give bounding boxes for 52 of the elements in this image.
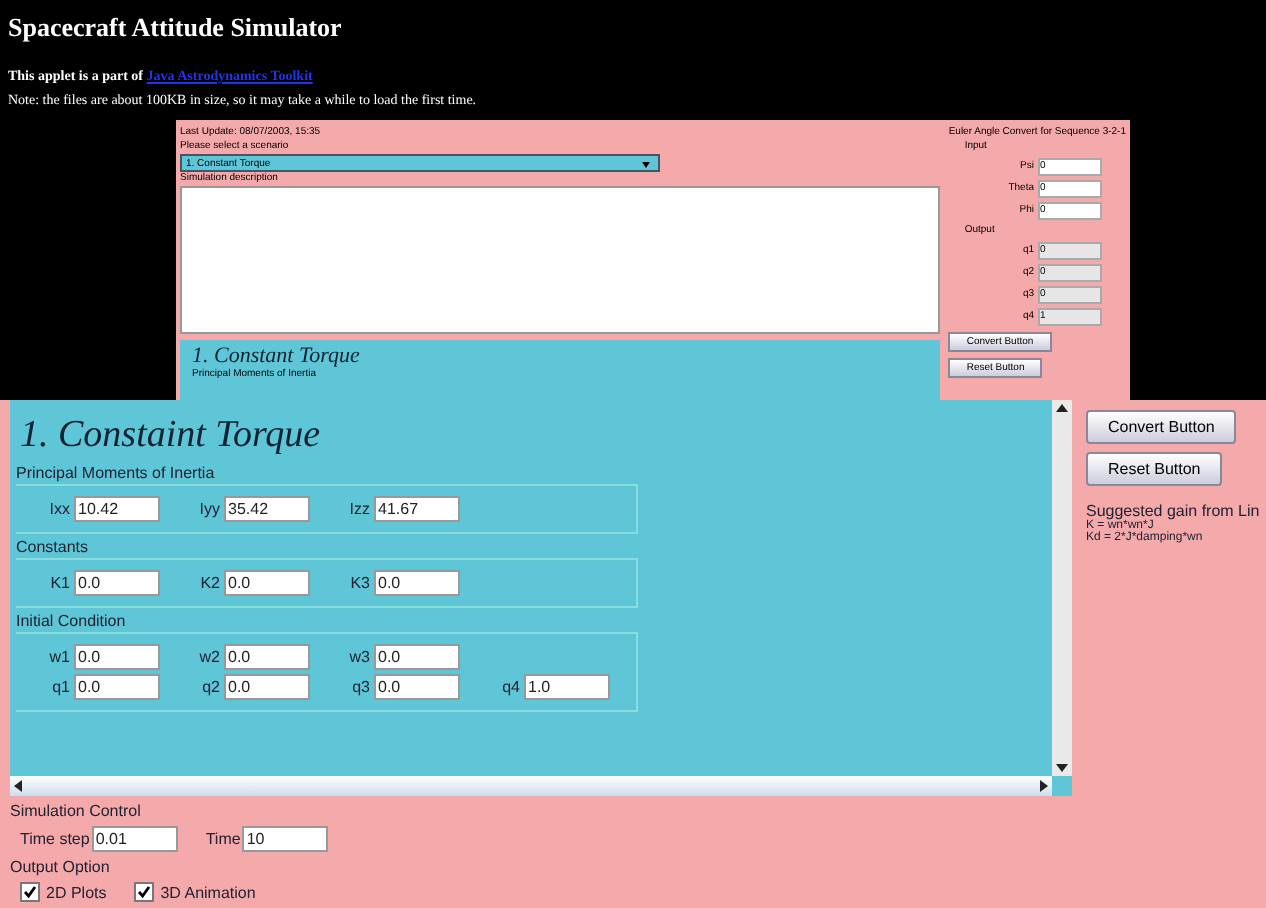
field-label: q4 <box>500 678 520 696</box>
value-field[interactable]: 0.0 <box>374 674 460 700</box>
scroll-down-icon[interactable] <box>1054 760 1070 776</box>
description-area[interactable] <box>180 186 941 334</box>
field-label: w2 <box>197 648 220 666</box>
section-heading: Constants <box>16 538 91 556</box>
action-button[interactable]: Convert Button <box>1086 410 1237 444</box>
value-field[interactable]: 41.67 <box>374 496 460 522</box>
field-label: Time step <box>20 830 90 848</box>
value-field[interactable]: 10.42 <box>74 496 160 522</box>
value-field[interactable]: 0.0 <box>374 644 460 670</box>
field-label: K3 <box>348 574 370 592</box>
action-button[interactable]: Reset Button <box>1086 452 1223 486</box>
value-field[interactable]: 0.0 <box>374 570 460 596</box>
field-label: q2 <box>200 678 220 696</box>
checkbox[interactable] <box>20 882 40 902</box>
section-heading: Initial Condition <box>16 612 128 630</box>
scenario-title: 1. Constaint Torque <box>18 412 321 460</box>
field-label: q3 <box>350 678 370 696</box>
scroll-right-icon[interactable] <box>1036 778 1052 794</box>
value-field[interactable]: 0.0 <box>74 644 160 670</box>
field-label: K1 <box>48 574 70 592</box>
panel-title: 1. Constant Torque <box>192 344 362 368</box>
horizontal-scrollbar[interactable] <box>10 776 1052 796</box>
option-label: 2D Plots <box>46 883 107 901</box>
field-label: Izz <box>347 500 370 518</box>
value-field[interactable]: 0.0 <box>224 644 310 670</box>
field-label: Time <box>205 830 241 848</box>
checkbox[interactable] <box>134 882 155 902</box>
section-heading: Principal Moments of Inertia <box>16 464 217 482</box>
value-field[interactable]: 35.42 <box>224 496 310 522</box>
value-field[interactable]: 0.0 <box>74 674 160 700</box>
page-title: Spacecraft Attitude Simulator <box>8 12 344 44</box>
field-label: K2 <box>198 574 220 592</box>
section-heading: Simulation Control <box>10 802 143 820</box>
value-field[interactable]: 1.0 <box>524 674 610 700</box>
vertical-scrollbar[interactable] <box>1052 400 1072 776</box>
value-field[interactable]: 10 <box>242 826 329 852</box>
section-heading: Output Option <box>10 858 112 876</box>
caret-icon <box>642 162 650 168</box>
value-field[interactable]: 0.0 <box>224 674 310 700</box>
field-label: q1 <box>50 678 70 696</box>
value-field[interactable]: 0.0 <box>224 570 310 596</box>
field-label: w3 <box>347 648 370 666</box>
value-field[interactable]: 0.0 <box>74 570 160 596</box>
field-label: Iyy <box>197 500 220 518</box>
gain-title: Suggested gain from Lin <box>1086 502 1262 520</box>
value-field[interactable]: 0.01 <box>91 826 178 852</box>
scroll-left-icon[interactable] <box>10 778 26 794</box>
field-label: Ixx <box>47 500 70 518</box>
field-label: w1 <box>47 648 70 666</box>
option-label: 3D Animation <box>160 883 256 901</box>
